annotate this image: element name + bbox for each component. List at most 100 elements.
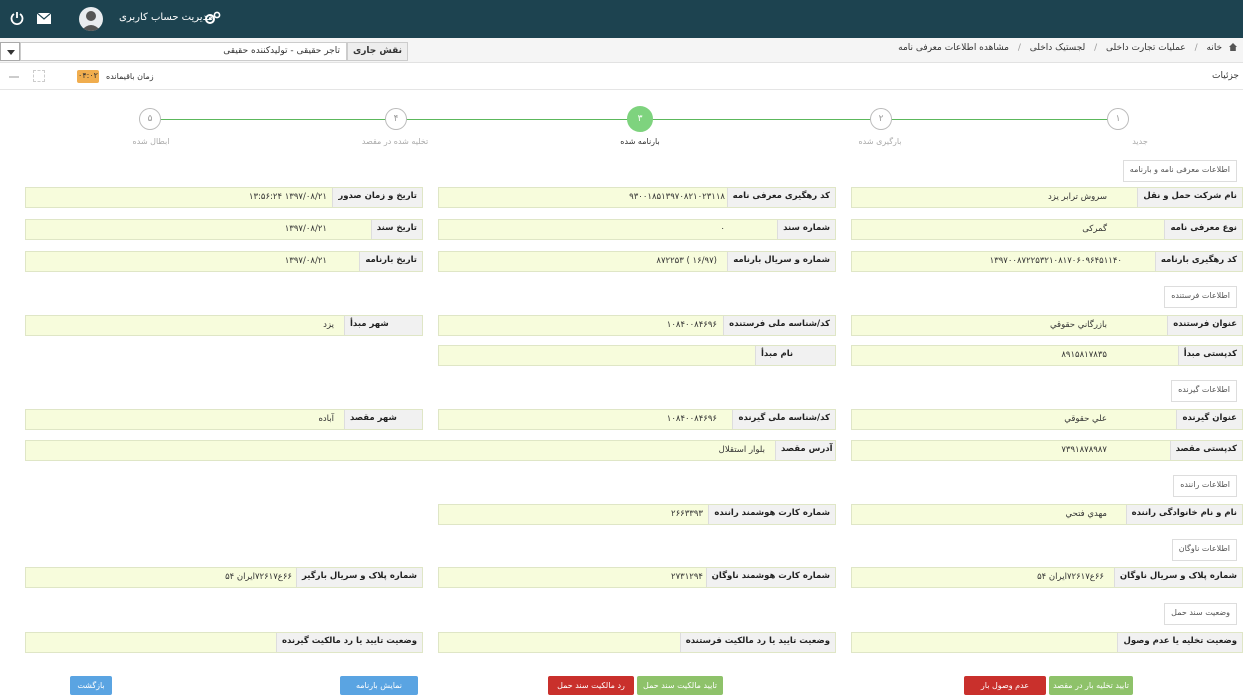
- breadcrumb-home[interactable]: خانه: [1206, 43, 1222, 53]
- field-label: تاریخ سند: [370, 220, 422, 239]
- remaining-time-label: زمان باقیمانده: [106, 72, 154, 81]
- confirm-ownership-button[interactable]: تایید مالکیت سند حمل: [637, 676, 723, 695]
- step-5-label: ابطال شده: [132, 137, 170, 146]
- not-received-button[interactable]: عدم وصول بار: [964, 676, 1046, 695]
- field-waybill-serial: شماره و سریال بارنامه (۱۶/۹۷ ) ۸۷۲۲۵۳: [438, 251, 836, 272]
- field-label: عنوان فرستنده: [1167, 316, 1242, 335]
- field-label: کد/شناسه ملی گیرنده: [732, 410, 835, 429]
- field-waybill-date: تاریخ بارنامه ۱۳۹۷/۰۸/۲۱: [25, 251, 423, 272]
- step-2-circle: ۲: [870, 108, 892, 130]
- field-label: وضعیت تایید یا رد مالکیت فرستنده: [679, 633, 835, 652]
- field-issue-datetime: تاریخ و زمان صدور ۱۳۹۷/۰۸/۲۱ ۱۳:۵۶:۲۴: [25, 187, 423, 208]
- role-dropdown-toggle[interactable]: [0, 42, 20, 61]
- top-navbar: مدیریت حساب کاربری: [0, 0, 1243, 38]
- field-label: شماره کارت هوشمند راننده: [708, 505, 835, 524]
- field-value: ۶۶ع۷۲۶۱۷ایران ۵۴: [1037, 572, 1104, 582]
- section-intro-waybill: اطلاعات معرفی نامه و بارنامه: [1122, 160, 1237, 182]
- field-value: ۱۰۸۴۰۰۸۴۶۹۶: [666, 414, 717, 424]
- mail-icon[interactable]: [37, 13, 51, 24]
- confirm-unload-button[interactable]: تایید تخلیه بار در مقصد: [1049, 676, 1133, 695]
- field-origin-postal: کدپستی مبدأ ۸۹۱۵۸۱۷۸۳۵: [851, 345, 1243, 366]
- show-waybill-button[interactable]: نمایش بارنامه: [340, 676, 418, 695]
- field-value: بازرگاني حقوقي: [1049, 320, 1107, 330]
- breadcrumb-domestic-trade[interactable]: عملیات تجارت داخلی: [1106, 43, 1186, 53]
- field-value: یزد: [323, 320, 334, 330]
- power-icon[interactable]: [10, 11, 24, 25]
- gears-icon[interactable]: [205, 11, 221, 25]
- field-value: مهدي فتحي: [1065, 509, 1108, 519]
- step-5-circle: ۵: [139, 108, 161, 130]
- field-label: عنوان گیرنده: [1176, 410, 1242, 429]
- field-loader-plate: شماره پلاک و سریال بارگیر ۶۶ع۷۲۶۱۷ایران …: [25, 567, 423, 588]
- field-label: تاریخ و زمان صدور: [332, 188, 422, 207]
- field-dest-city: شهر مقصد آباده: [25, 409, 423, 430]
- remaining-time-badge: ۰۴:۰۲: [77, 70, 99, 83]
- field-dest-postal: کدپستی مقصد ۷۳۹۱۸۷۸۹۸۷: [851, 440, 1243, 461]
- field-value: ۶۶ع۷۲۶۱۷ایران ۵۴: [225, 572, 292, 582]
- step-4-label: تخلیه شده در مقصد: [361, 137, 429, 146]
- field-receiver-title: عنوان گیرنده علي حقوقي: [851, 409, 1243, 430]
- panel-title: جزئیات: [1212, 71, 1239, 81]
- field-value: ۰: [720, 224, 725, 234]
- minimize-icon[interactable]: [9, 76, 19, 78]
- field-value: ۱۳۹۷/۰۸/۲۱: [284, 256, 327, 266]
- section-sender: اطلاعات فرستنده: [1164, 286, 1237, 308]
- field-origin-name: نام مبدأ: [438, 345, 836, 366]
- field-value: علي حقوقي: [1064, 414, 1107, 424]
- field-sender-ownership-status: وضعیت تایید یا رد مالکیت فرستنده: [438, 632, 836, 653]
- field-label: نام و نام خانوادگی راننده: [1125, 505, 1242, 524]
- field-value: ۲۶۶۳۳۹۳: [671, 509, 703, 519]
- panel-header: ۰۴:۰۲ زمان باقیمانده جزئیات: [0, 64, 1243, 90]
- avatar[interactable]: [79, 7, 103, 31]
- field-value: ۹۳۰۰۱۸۵۱۳۹۷۰۸۲۱۰۲۳۱۱۸: [629, 192, 725, 202]
- field-label: شماره پلاک و سریال بارگیر: [295, 568, 422, 587]
- field-label: شماره و سریال بارنامه: [727, 252, 835, 271]
- breadcrumb-bar: تاجر حقیقی - تولیدکننده حقیقی نقش جاری خ…: [0, 38, 1243, 63]
- step-1-circle: ۱: [1107, 108, 1129, 130]
- field-value: ۲۷۳۱۲۹۴: [671, 572, 703, 582]
- field-label: وضعیت تایید یا رد مالکیت گیرنده: [275, 633, 422, 652]
- section-receiver: اطلاعات گیرنده: [1171, 380, 1237, 402]
- field-label: کدپستی مقصد: [1169, 441, 1242, 460]
- section-doc-status: وضعیت سند حمل: [1164, 603, 1237, 625]
- field-label: آدرس مقصد: [775, 441, 835, 460]
- field-label: کد رهگیری بارنامه: [1154, 252, 1242, 271]
- field-intro-type: نوع معرفی نامه گمرکی: [851, 219, 1243, 240]
- section-driver: اطلاعات راننده: [1173, 475, 1237, 497]
- back-button[interactable]: بازگشت: [70, 676, 112, 695]
- field-label: کد رهگیری معرفی نامه: [726, 188, 835, 207]
- field-tracking-code: کد رهگیری معرفی نامه ۹۳۰۰۱۸۵۱۳۹۷۰۸۲۱۰۲۳۱…: [438, 187, 836, 208]
- field-value: سروش ترابر یزد: [1047, 192, 1107, 202]
- breadcrumb-current: مشاهده اطلاعات معرفی نامه: [898, 43, 1009, 53]
- field-label: شهر مبدأ: [344, 316, 422, 335]
- reject-ownership-button[interactable]: رد مالکیت سند حمل: [548, 676, 634, 695]
- breadcrumb: خانه / عملیات تجارت داخلی / لجستیک داخلی…: [896, 43, 1239, 53]
- field-value: ۸۹۱۵۸۱۷۸۳۵: [1061, 350, 1107, 360]
- field-label: شهر مقصد: [344, 410, 422, 429]
- status-stepper: ۱ ۲ ۳ ۴ ۵ جدید بارگیری شده بارنامه شده ت…: [0, 100, 1243, 155]
- field-fleet-card: شماره کارت هوشمند ناوگان ۲۷۳۱۲۹۴: [438, 567, 836, 588]
- field-label: نام شرکت حمل و نقل: [1137, 188, 1242, 207]
- field-value: ۱۰۸۴۰۰۸۴۶۹۶: [666, 320, 717, 330]
- field-doc-number: شماره سند ۰: [438, 219, 836, 240]
- field-driver-name: نام و نام خانوادگی راننده مهدي فتحي: [851, 504, 1243, 525]
- current-role-select[interactable]: تاجر حقیقی - تولیدکننده حقیقی: [20, 42, 347, 61]
- field-unload-status: وضعیت تخلیه یا عدم وصول: [851, 632, 1243, 653]
- field-value: (۱۶/۹۷ ) ۸۷۲۲۵۳: [656, 256, 717, 266]
- field-fleet-plate: شماره پلاک و سریال ناوگان ۶۶ع۷۲۶۱۷ایران …: [851, 567, 1243, 588]
- field-receiver-ownership-status: وضعیت تایید یا رد مالکیت گیرنده: [25, 632, 423, 653]
- current-role-label: نقش جاری: [347, 42, 408, 61]
- chevron-down-icon: [7, 50, 15, 55]
- field-value: بلوار استقلال: [718, 445, 765, 455]
- field-receiver-national-id: کد/شناسه ملی گیرنده ۱۰۸۴۰۰۸۴۶۹۶: [438, 409, 836, 430]
- field-label: کد/شناسه ملی فرستنده: [723, 316, 835, 335]
- expand-icon[interactable]: [33, 70, 45, 82]
- field-value: ۱۳۹۷۰۰۸۷۲۲۵۳۲۱۰۸۱۷۰۶۰۹۶۴۵۱۱۴۰: [989, 256, 1122, 266]
- field-waybill-tracking: کد رهگیری بارنامه ۱۳۹۷۰۰۸۷۲۲۵۳۲۱۰۸۱۷۰۶۰۹…: [851, 251, 1243, 272]
- home-icon[interactable]: [1229, 43, 1237, 51]
- field-value: ۷۳۹۱۸۷۸۹۸۷: [1061, 445, 1107, 455]
- breadcrumb-logistics[interactable]: لجستیک داخلی: [1030, 43, 1085, 53]
- field-label: وضعیت تخلیه یا عدم وصول: [1117, 633, 1242, 652]
- field-company: نام شرکت حمل و نقل سروش ترابر یزد: [851, 187, 1243, 208]
- account-management-link[interactable]: مدیریت حساب کاربری: [119, 12, 213, 23]
